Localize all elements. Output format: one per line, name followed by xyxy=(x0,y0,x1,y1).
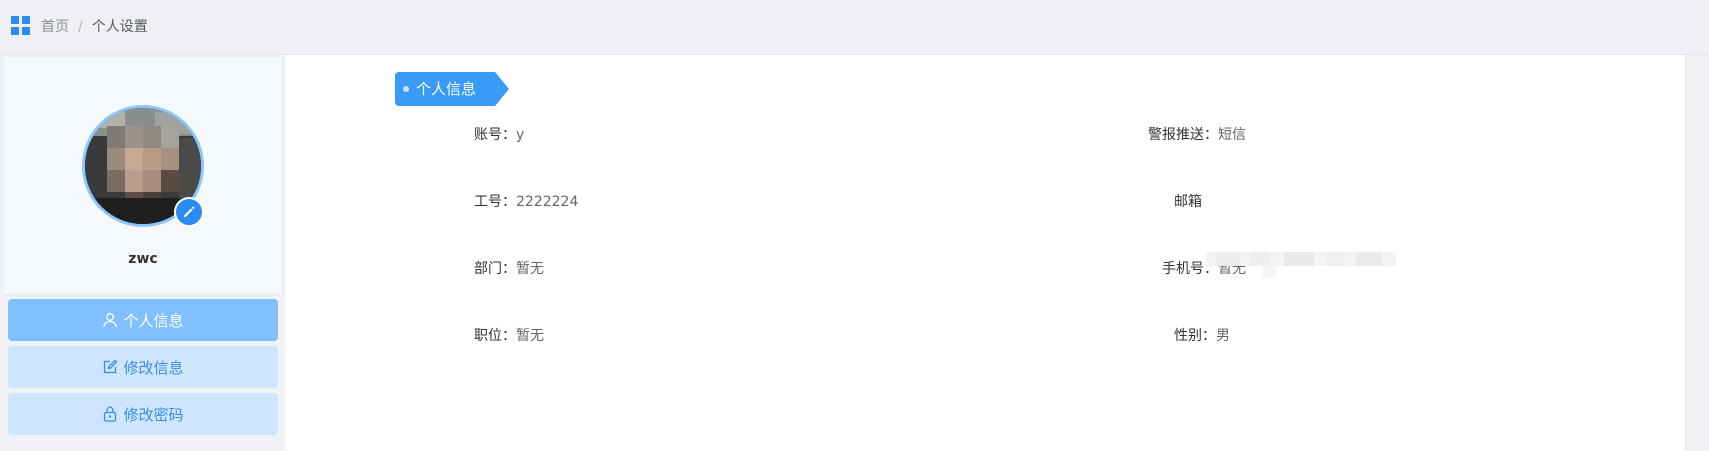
breadcrumb-current: 个人设置 xyxy=(91,19,148,35)
field-label: 职位： xyxy=(474,328,516,344)
section-title: 个人信息 xyxy=(416,80,477,98)
field-gender: 性别：男 xyxy=(1174,326,1230,346)
content-panel: 个人信息 账号：y 工号：2222224 部门：暂无 职位：暂无 警报推送：短信… xyxy=(285,55,1685,451)
field-label: 工号： xyxy=(474,194,516,210)
field-value: 暂无 xyxy=(516,261,544,277)
breadcrumb-home-link[interactable]: 首页 xyxy=(41,17,69,37)
profile-card: zwc xyxy=(3,57,283,294)
field-position: 职位：暂无 xyxy=(474,326,544,346)
section-tag: 个人信息 xyxy=(395,72,509,106)
field-value: 短信 xyxy=(1218,127,1246,143)
lock-icon xyxy=(102,406,118,422)
menu-item-change-password[interactable]: 修改密码 xyxy=(8,393,278,435)
field-value: 男 xyxy=(1216,328,1230,344)
sidebar: zwc 个人信息 修改信息 修改密码 xyxy=(3,57,283,451)
field-label: 警报推送： xyxy=(1148,127,1218,143)
field-label: 邮箱 xyxy=(1174,194,1202,210)
field-value: 2222224 xyxy=(516,194,579,210)
pencil-icon xyxy=(184,206,195,217)
menu-item-label: 个人信息 xyxy=(123,311,184,330)
menu-item-label: 修改密码 xyxy=(123,405,184,424)
breadcrumb-separator: / xyxy=(78,19,83,35)
field-email: 邮箱 xyxy=(1174,192,1202,212)
avatar-edit-button[interactable] xyxy=(174,197,204,227)
field-value: 暂无 xyxy=(516,328,544,344)
field-label: 部门： xyxy=(474,261,516,277)
email-redacted-value xyxy=(1206,252,1396,278)
menu-item-personal-info[interactable]: 个人信息 xyxy=(8,299,278,341)
user-icon xyxy=(102,312,118,328)
right-edge-panel xyxy=(1685,55,1709,451)
field-employee-id: 工号：2222224 xyxy=(474,192,578,212)
menu-item-label: 修改信息 xyxy=(123,358,184,377)
main-area: zwc 个人信息 修改信息 修改密码 个人信息 账号：y 工号：2222224 … xyxy=(0,55,1709,451)
field-label: 账号： xyxy=(474,127,516,143)
breadcrumb: 首页 / 个人设置 xyxy=(41,17,148,37)
field-label: 性别： xyxy=(1174,328,1216,344)
field-account: 账号：y xyxy=(474,125,524,145)
menu-item-edit-info[interactable]: 修改信息 xyxy=(8,346,278,388)
username: zwc xyxy=(128,251,158,267)
grid-menu-icon[interactable] xyxy=(11,16,31,36)
tag-dot-icon xyxy=(403,86,409,92)
top-bar: 首页 / 个人设置 xyxy=(0,0,1709,55)
edit-icon xyxy=(102,359,118,375)
field-department: 部门：暂无 xyxy=(474,259,544,279)
field-alert-push: 警报推送：短信 xyxy=(1148,125,1246,145)
field-value: y xyxy=(516,127,525,143)
